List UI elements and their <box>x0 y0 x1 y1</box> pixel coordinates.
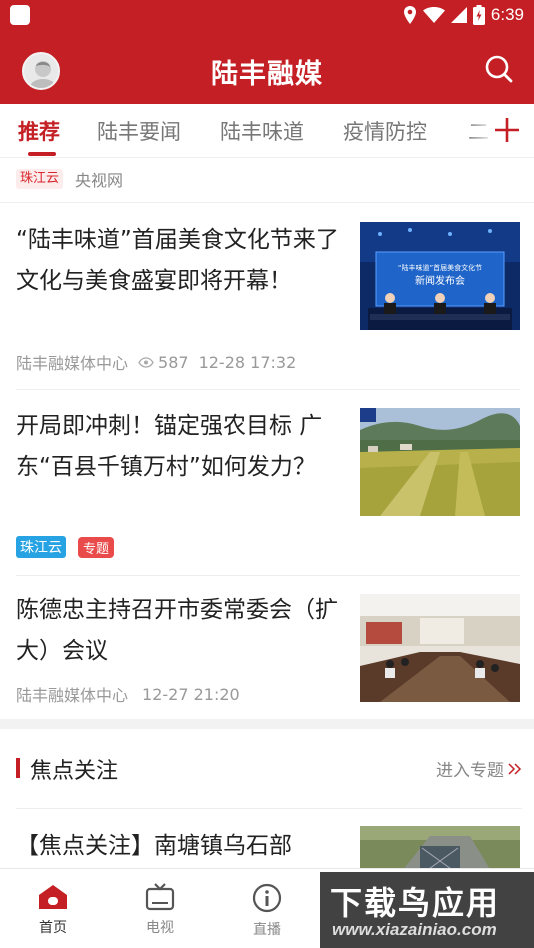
section-separator <box>0 719 534 729</box>
article-item[interactable]: “陆丰味道”首届美食文化节来了 文化与美食盛宴即将开幕！ 陆丰融媒体中心 587… <box>16 204 520 390</box>
section-marker <box>16 758 20 778</box>
status-time: 6:39 <box>490 5 524 24</box>
tab-lufeng-news[interactable]: 陆丰要闻 <box>97 116 181 146</box>
eye-icon <box>138 356 154 368</box>
meeting-image <box>360 594 520 702</box>
article-time: 12-27 21:20 <box>142 684 240 704</box>
nav-label: 首页 <box>39 920 67 936</box>
farmland-image <box>360 408 520 516</box>
enter-topic-label: 进入专题 <box>436 761 504 781</box>
article-item[interactable]: 开局即冲刺！锚定强农目标 广东“百县千镇万村”如何发力？ 珠江云 专题 <box>16 390 520 576</box>
views-count: 587 <box>158 352 189 372</box>
section-title: 焦点关注 <box>30 759 119 784</box>
article-title[interactable]: “陆丰味道”首届美食文化节来了 文化与美食盛宴即将开幕！ <box>16 220 341 302</box>
search-icon <box>485 55 513 83</box>
active-tab-indicator <box>28 152 56 156</box>
article-views: 587 <box>138 353 189 372</box>
article-meta: 陆丰融媒体中心 587 12-28 17:32 <box>16 350 296 374</box>
add-channel-button[interactable] <box>494 117 520 143</box>
divider <box>0 202 534 203</box>
nav-label: 直播 <box>253 922 281 938</box>
article-title[interactable]: 【焦点关注】南塘镇乌石部 <box>16 826 341 867</box>
notification-icon <box>10 5 30 25</box>
article-time: 12-28 17:32 <box>198 352 297 372</box>
article-tags: 珠江云 专题 <box>16 536 115 558</box>
article-thumbnail[interactable] <box>360 408 520 516</box>
article-title[interactable]: 陈德忠主持召开市委常委会（扩大）会议 <box>16 590 341 672</box>
tv-icon <box>145 883 175 911</box>
nav-label: 电视 <box>146 920 174 936</box>
battery-icon <box>472 5 485 25</box>
nav-tv[interactable]: 电视 <box>130 883 190 937</box>
source-tag: 珠江云 <box>16 169 64 189</box>
article-thumbnail[interactable] <box>360 594 520 702</box>
plus-icon <box>495 118 519 142</box>
tab-epidemic[interactable]: 疫情防控 <box>343 116 427 146</box>
channel-tabs: 推荐 陆丰要闻 陆丰味道 疫情防控 二 <box>0 104 534 158</box>
location-icon <box>403 6 416 24</box>
article-source: 陆丰融媒体中心 <box>16 686 129 705</box>
divider <box>16 808 522 809</box>
nav-home[interactable]: 首页 <box>23 883 83 937</box>
watermark: 下载鸟应用 www.xiazainiao.com <box>320 872 534 948</box>
thumb-banner-line1: “陆丰味道”首届美食文化节 <box>398 263 482 272</box>
double-chevron-right-icon <box>508 762 522 775</box>
article-item[interactable]: 陈德忠主持召开市委常委会（扩大）会议 陆丰融媒体中心 12-27 21:20 <box>16 576 520 716</box>
watermark-main: 下载鸟应用 <box>330 884 501 922</box>
press-conference-image: “陆丰味道”首届美食文化节 新闻发布会 <box>360 222 520 330</box>
signal-icon <box>450 7 467 23</box>
watermark-url: www.xiazainiao.com <box>332 920 497 939</box>
source-name: 央视网 <box>75 171 124 190</box>
topic-tag: 专题 <box>78 536 115 558</box>
app-bar: 陆丰融媒 <box>0 30 534 104</box>
article-source: 陆丰融媒体中心 <box>16 354 129 373</box>
app-title: 陆丰融媒 <box>211 59 323 90</box>
status-bar: 6:39 <box>0 0 534 30</box>
info-icon <box>252 883 282 913</box>
wifi-icon <box>422 7 445 23</box>
source-row: 珠江云 央视网 <box>16 167 123 191</box>
tab-lufeng-taste[interactable]: 陆丰味道 <box>220 116 304 146</box>
source-tag: 珠江云 <box>16 536 66 558</box>
status-icons: 6:39 <box>403 4 524 26</box>
article-title[interactable]: 开局即冲刺！锚定强农目标 广东“百县千镇万村”如何发力？ <box>16 406 341 488</box>
search-button[interactable] <box>484 54 514 84</box>
article-meta: 陆丰融媒体中心 12-27 21:20 <box>16 682 240 706</box>
enter-topic-link[interactable]: 进入专题 <box>436 756 522 781</box>
tab-recommend[interactable]: 推荐 <box>18 116 60 146</box>
focus-section-header: 焦点关注 进入专题 <box>16 750 522 790</box>
thumb-banner-line2: 新闻发布会 <box>415 274 465 287</box>
article-thumbnail[interactable]: “陆丰味道”首届美食文化节 新闻发布会 <box>360 222 520 330</box>
nav-live[interactable]: 直播 <box>237 883 297 939</box>
home-icon <box>39 885 67 909</box>
